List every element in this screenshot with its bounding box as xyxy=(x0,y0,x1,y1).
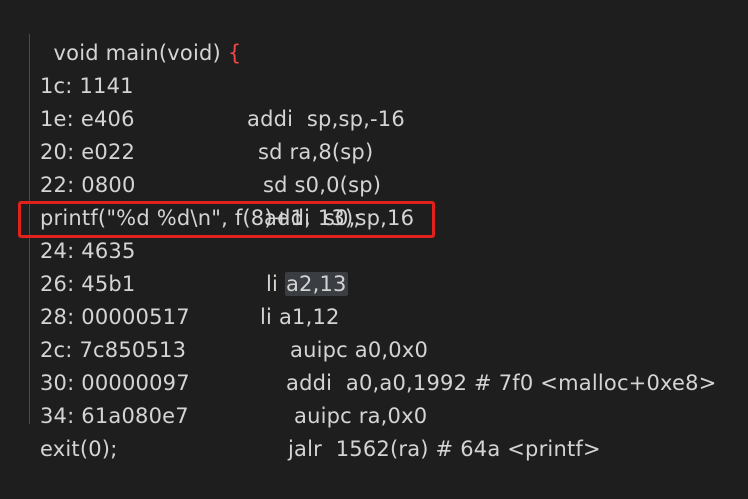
instruction-text: li a2,13 xyxy=(266,268,348,301)
disasm-line[interactable]: 28: 00000517 auipc a0,0x0 xyxy=(0,268,428,362)
selected-operands: a2,13 xyxy=(284,272,348,296)
disasm-line[interactable]: 30: 00000097 auipc ra,0x0 xyxy=(0,334,427,428)
disasm-line[interactable]: 20: e022 sd s0,0(sp) xyxy=(0,103,381,197)
instruction-text: jalr 1562(ra) # 64a <printf> xyxy=(288,437,601,461)
disasm-line[interactable]: 26: 45b1 li a1,12 xyxy=(0,235,339,329)
instruction-mnemonic: li xyxy=(266,272,285,296)
instruction-address: 2c: 7c850513 xyxy=(40,338,187,362)
instruction-address: 1e: e406 xyxy=(40,107,135,131)
instruction-address: 24: 4635 xyxy=(40,239,136,263)
function-signature: void main(void) xyxy=(53,41,228,65)
disasm-line[interactable]: 2c: 7c850513 addi a0,a0,1992 # 7f0 <mall… xyxy=(0,301,716,395)
instruction-text: li a1,12 xyxy=(260,305,340,329)
disasm-line[interactable]: 34: 61a080e7 jalr 1562(ra) # 64a <printf… xyxy=(0,367,601,461)
instruction-address: 26: 45b1 xyxy=(40,272,136,296)
instruction-text: sd s0,0(sp) xyxy=(263,173,382,197)
disasm-line[interactable]: 22: 0800 addi s0,sp,16 xyxy=(0,136,414,230)
function-signature-line[interactable]: void main(void) { xyxy=(26,4,242,65)
source-line[interactable]: exit(0); xyxy=(0,400,117,461)
disasm-line[interactable]: 1e: e406 sd ra,8(sp) xyxy=(0,70,373,164)
instruction-text: addi a0,a0,1992 # 7f0 <malloc+0xe8> xyxy=(286,371,717,395)
instruction-address: 30: 00000097 xyxy=(40,371,190,395)
instruction-address: 28: 00000517 xyxy=(40,305,190,329)
highlight-annotation-box xyxy=(18,201,435,238)
instruction-text: sd ra,8(sp) xyxy=(258,140,374,164)
source-line[interactable]: printf("%d %d\n", f(8)+1, 13); xyxy=(0,169,360,230)
instruction-address: 22: 0800 xyxy=(40,173,136,197)
instruction-text: auipc a0,0x0 xyxy=(290,338,429,362)
open-brace: { xyxy=(227,41,242,65)
source-statement: exit(0); xyxy=(40,437,118,461)
instruction-text: addi sp,sp,-16 xyxy=(247,107,405,131)
instruction-address: 20: e022 xyxy=(40,140,136,164)
instruction-text: auipc ra,0x0 xyxy=(294,404,428,428)
instruction-address: 34: 61a080e7 xyxy=(40,404,189,428)
instruction-address: 1c: 1141 xyxy=(40,74,134,98)
code-editor[interactable]: void main(void) { 1c: 1141 addi sp,sp,-1… xyxy=(0,0,748,461)
disasm-line[interactable]: 1c: 1141 addi sp,sp,-16 xyxy=(0,37,405,131)
